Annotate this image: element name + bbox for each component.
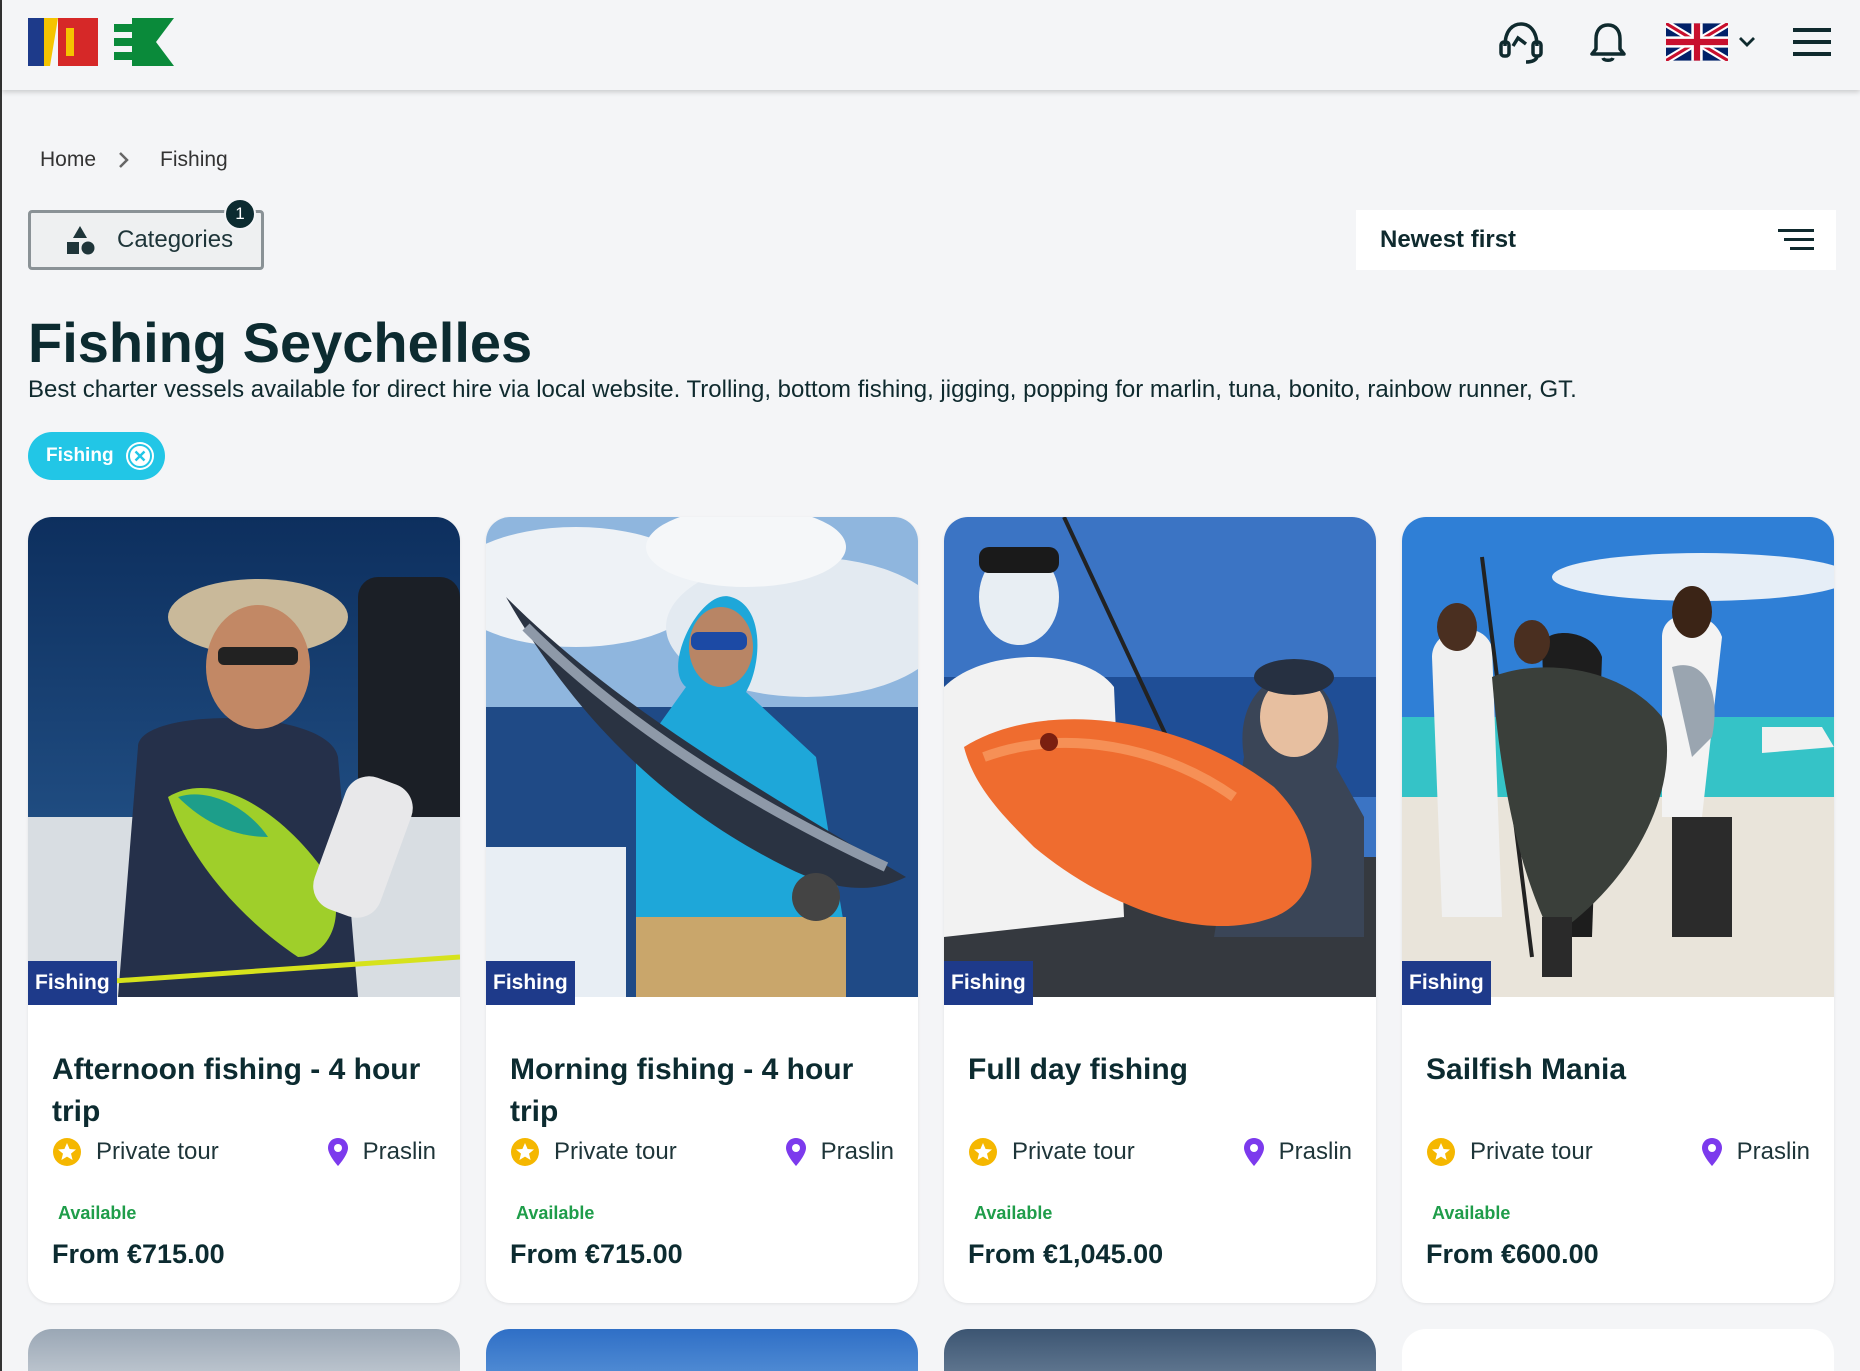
chevron-right-icon [118,151,130,169]
star-icon [1427,1138,1455,1166]
tour-price: From €715.00 [52,1239,225,1269]
star-icon [511,1138,539,1166]
tour-location: Praslin [1736,1138,1810,1165]
language-selector[interactable] [1666,20,1758,64]
tour-cards-row: Fishing Afternoon fishing - 4 hour trip … [28,517,1834,1303]
tour-title[interactable]: Full day fishing [968,1049,1358,1129]
chevron-down-icon [1739,37,1755,47]
category-tag: Fishing [28,961,117,1005]
tour-price: From €715.00 [510,1239,683,1269]
sort-label: Newest first [1380,226,1517,253]
star-icon [53,1138,81,1166]
category-tag: Fishing [1402,961,1491,1005]
location-pin-icon [327,1138,348,1166]
filter-chip-label: Fishing [46,445,114,466]
tour-card-peek[interactable] [486,1329,918,1371]
tour-location: Praslin [362,1138,436,1165]
category-tag: Fishing [486,961,575,1005]
uk-flag-icon [1666,23,1728,61]
tour-type: Private tour [1012,1138,1135,1165]
site-logo[interactable] [28,18,174,66]
tour-type: Private tour [1470,1138,1593,1165]
bell-icon[interactable] [1584,18,1632,66]
support-agent-icon[interactable] [1497,18,1545,66]
tour-photo [1402,517,1834,997]
tour-title[interactable]: Afternoon fishing - 4 hour trip [52,1049,442,1129]
categories-label: Categories [117,226,234,253]
star-icon [969,1138,997,1166]
availability-status: Available [1432,1203,1511,1223]
tour-price: From €1,045.00 [968,1239,1164,1269]
breadcrumb: Home Fishing [40,148,228,172]
top-bar [2,0,1860,90]
tour-photo [944,517,1376,997]
tour-price: From €600.00 [1426,1239,1599,1269]
breadcrumb-home[interactable]: Home [40,148,96,172]
tour-type: Private tour [96,1138,219,1165]
location-pin-icon [1243,1138,1264,1166]
tour-title[interactable]: Sailfish Mania [1426,1049,1816,1129]
tour-card[interactable]: Fishing Morning fishing - 4 hour trip Pr… [486,517,918,1303]
availability-status: Available [516,1203,595,1223]
tour-card-peek[interactable] [28,1329,460,1371]
tour-location: Praslin [820,1138,894,1165]
tour-type: Private tour [554,1138,677,1165]
shapes-icon [67,226,95,255]
close-icon[interactable] [125,442,154,470]
page-description: Best charter vessels available for direc… [28,376,1577,403]
tour-meta: Private tour Praslin [52,1137,436,1167]
tour-card-peek[interactable] [944,1329,1376,1371]
sort-dropdown[interactable]: Newest first [1356,210,1836,270]
page-title: Fishing Seychelles [28,311,533,374]
tour-meta: Private tour Praslin [510,1137,894,1167]
categories-count-badge: 1 [224,198,256,230]
tour-cards-next-row [28,1329,1834,1371]
tour-photo [486,517,918,997]
category-tag: Fishing [944,961,1033,1005]
availability-status: Available [974,1203,1053,1223]
tour-location: Praslin [1278,1138,1352,1165]
tour-card-peek[interactable] [1402,1329,1834,1371]
availability-status: Available [58,1203,137,1223]
tour-photo [28,517,460,997]
tour-card[interactable]: Fishing Sailfish Mania Private tour Pras… [1402,517,1834,1303]
tour-meta: Private tour Praslin [1426,1137,1810,1167]
tour-card[interactable]: Fishing Full day fishing Private tour Pr… [944,517,1376,1303]
tour-meta: Private tour Praslin [968,1137,1352,1167]
breadcrumb-current: Fishing [160,148,228,171]
location-pin-icon [1701,1138,1722,1166]
hamburger-menu-icon[interactable] [1788,18,1836,66]
tour-card[interactable]: Fishing Afternoon fishing - 4 hour trip … [28,517,460,1303]
filter-chip-fishing[interactable]: Fishing [28,432,165,480]
tour-title[interactable]: Morning fishing - 4 hour trip [510,1049,900,1129]
sort-lines-icon [1778,229,1814,250]
location-pin-icon [785,1138,806,1166]
